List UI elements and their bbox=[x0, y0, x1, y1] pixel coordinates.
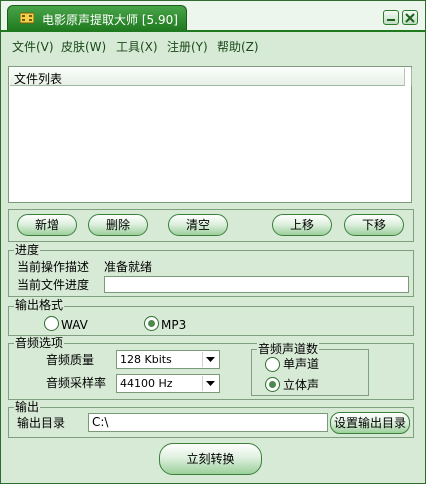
operation-value: 准备就绪 bbox=[104, 260, 153, 274]
samplerate-label: 音频采样率 bbox=[46, 376, 107, 390]
audio-legend: 音频选项 bbox=[14, 336, 65, 350]
mono-label[interactable]: 单声道 bbox=[283, 357, 319, 371]
delete-button[interactable]: 删除 bbox=[88, 214, 148, 236]
quality-dropdown-arrow[interactable] bbox=[202, 352, 218, 367]
samplerate-value: 44100 Hz bbox=[120, 377, 173, 390]
menu-help[interactable]: 帮助(Z) bbox=[217, 38, 259, 55]
move-down-button[interactable]: 下移 bbox=[344, 214, 404, 236]
window-title: 电影原声提取大师 [5.90] bbox=[42, 13, 178, 27]
file-progress-label: 当前文件进度 bbox=[17, 278, 90, 292]
set-output-dir-button[interactable]: 设置输出目录 bbox=[330, 412, 410, 434]
chevron-down-icon bbox=[206, 381, 215, 386]
file-list-header[interactable]: 文件列表 bbox=[10, 68, 405, 86]
quality-select[interactable]: 128 Kbits bbox=[116, 350, 220, 369]
close-button[interactable] bbox=[402, 10, 418, 25]
close-icon bbox=[405, 13, 415, 23]
stereo-label[interactable]: 立体声 bbox=[283, 378, 319, 392]
quality-label: 音频质量 bbox=[46, 353, 95, 367]
menu-tools[interactable]: 工具(X) bbox=[116, 38, 158, 55]
file-list[interactable]: 文件列表 bbox=[8, 66, 412, 203]
output-dir-value: C:\ bbox=[92, 415, 109, 429]
output-legend: 输出 bbox=[14, 400, 41, 414]
mono-radio[interactable] bbox=[265, 357, 280, 372]
menu-skin[interactable]: 皮肤(W) bbox=[61, 38, 106, 55]
file-progress-bar bbox=[104, 276, 409, 293]
convert-button[interactable]: 立刻转换 bbox=[159, 443, 262, 475]
title-bar[interactable]: 电影原声提取大师 [5.90] bbox=[1, 1, 425, 31]
minimize-button[interactable] bbox=[383, 10, 399, 25]
menu-file[interactable]: 文件(V) bbox=[12, 38, 54, 55]
wav-radio[interactable] bbox=[44, 316, 59, 331]
channels-legend: 音频声道数 bbox=[257, 342, 320, 356]
main-window: 电影原声提取大师 [5.90] 文件(V) 皮肤(W) 工具(X) 注册(Y) … bbox=[0, 0, 426, 484]
chevron-down-icon bbox=[206, 357, 215, 362]
header-divider bbox=[411, 68, 412, 86]
title-tab: 电影原声提取大师 [5.90] bbox=[7, 5, 187, 31]
app-icon bbox=[20, 12, 34, 24]
mp3-radio[interactable] bbox=[144, 316, 159, 331]
operation-label: 当前操作描述 bbox=[17, 260, 90, 274]
output-dir-label: 输出目录 bbox=[17, 416, 66, 430]
menu-bar: 文件(V) 皮肤(W) 工具(X) 注册(Y) 帮助(Z) bbox=[1, 34, 425, 56]
file-list-header-label: 文件列表 bbox=[14, 72, 63, 86]
title-underline bbox=[1, 30, 425, 32]
quality-value: 128 Kbits bbox=[120, 353, 172, 366]
mp3-label[interactable]: MP3 bbox=[161, 318, 186, 332]
minimize-icon bbox=[387, 19, 395, 21]
menu-register[interactable]: 注册(Y) bbox=[167, 38, 208, 55]
output-dir-input[interactable]: C:\ bbox=[88, 413, 328, 432]
stereo-radio[interactable] bbox=[265, 377, 280, 392]
format-legend: 输出格式 bbox=[14, 298, 65, 312]
add-button[interactable]: 新增 bbox=[17, 214, 77, 236]
samplerate-dropdown-arrow[interactable] bbox=[202, 376, 218, 391]
samplerate-select[interactable]: 44100 Hz bbox=[116, 374, 220, 393]
progress-legend: 进度 bbox=[14, 243, 41, 257]
clear-button[interactable]: 清空 bbox=[168, 214, 228, 236]
wav-label[interactable]: WAV bbox=[61, 318, 88, 332]
move-up-button[interactable]: 上移 bbox=[272, 214, 332, 236]
